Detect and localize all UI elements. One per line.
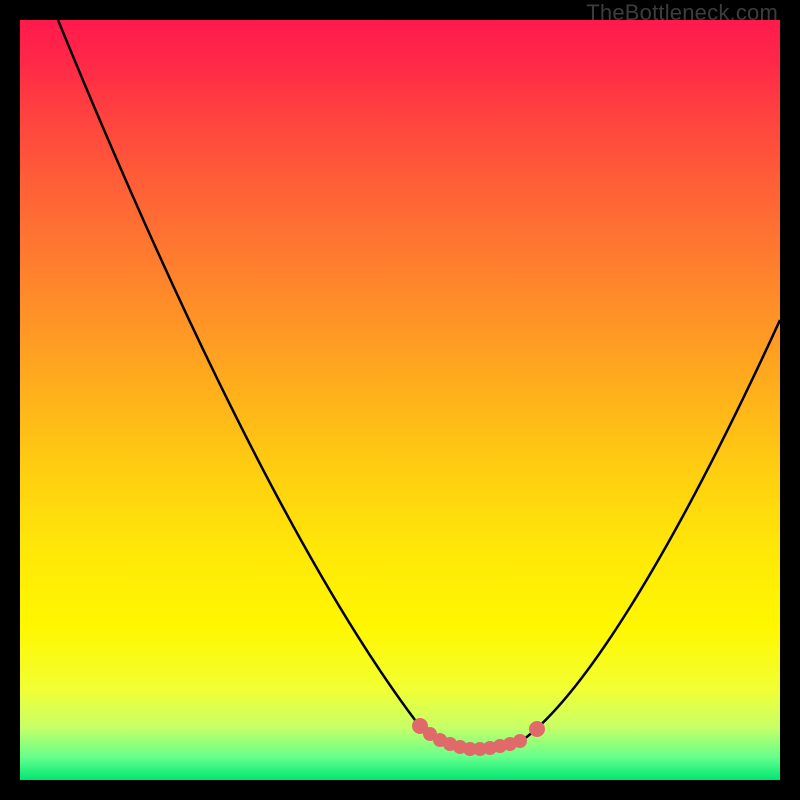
curve-right-limb — [520, 320, 780, 742]
chart-frame: TheBottleneck.com — [0, 0, 800, 800]
bottleneck-curve — [20, 20, 780, 780]
curve-left-limb — [58, 20, 450, 744]
optimum-highlight — [412, 718, 545, 756]
plot-area — [20, 20, 780, 780]
